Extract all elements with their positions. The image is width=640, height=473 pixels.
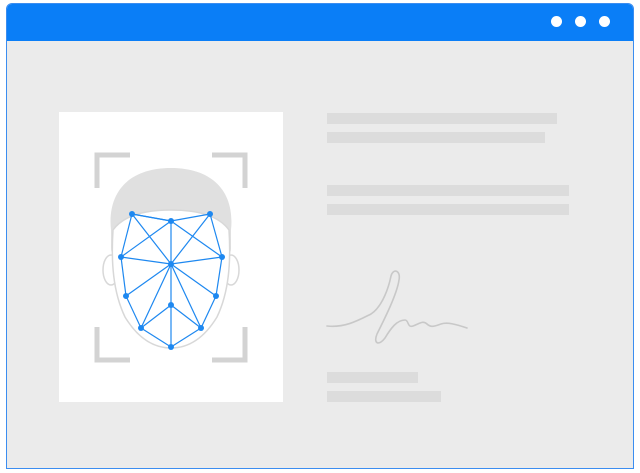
- face-scan-icon: [94, 152, 248, 363]
- window-control-dot-1[interactable]: [551, 16, 562, 27]
- text-placeholder-line-6: [327, 391, 441, 402]
- text-placeholder-line-2: [327, 132, 545, 143]
- text-placeholder-line-3: [327, 185, 569, 196]
- window-control-dot-3[interactable]: [599, 16, 610, 27]
- signature-icon: [326, 270, 468, 344]
- title-bar: [7, 4, 633, 41]
- window-control-dot-2[interactable]: [575, 16, 586, 27]
- id-photo-card: [59, 112, 283, 402]
- text-placeholder-line-5: [327, 372, 418, 383]
- text-placeholder-line-4: [327, 204, 569, 215]
- browser-window: [6, 3, 634, 469]
- text-placeholder-line-1: [327, 113, 557, 124]
